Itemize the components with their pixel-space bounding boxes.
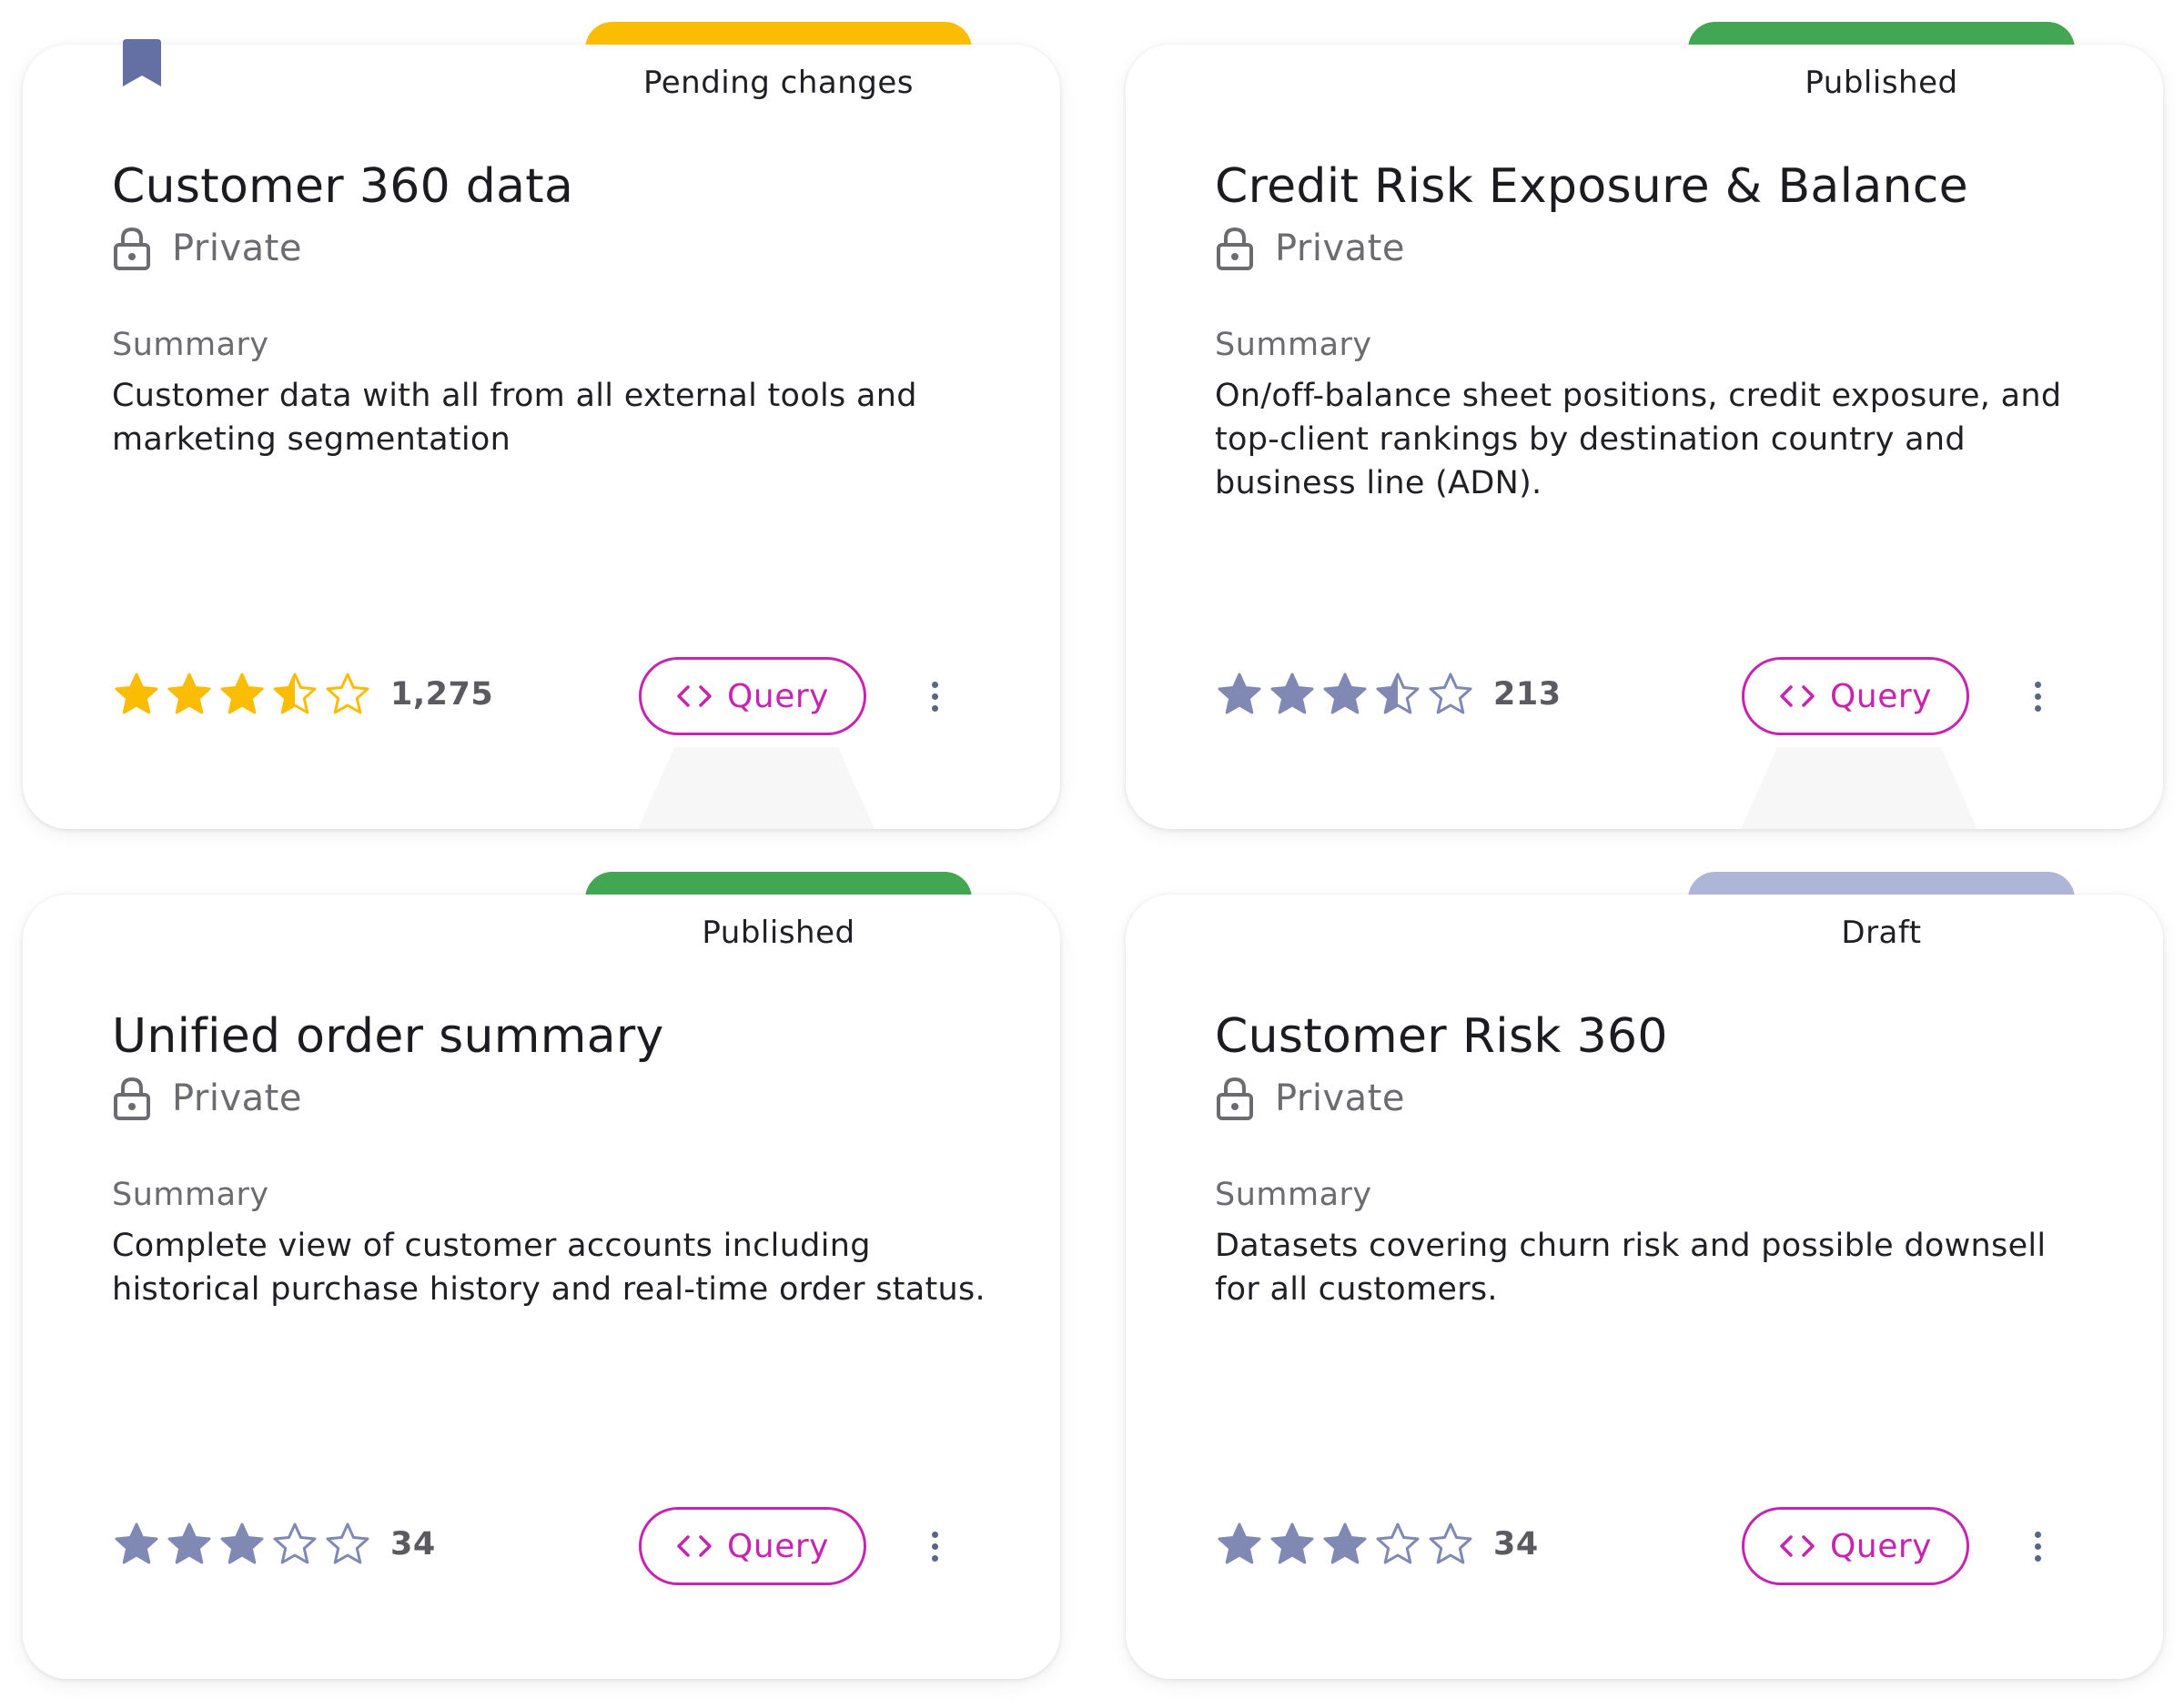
summary-label: Summary bbox=[112, 327, 269, 363]
rating-count: 34 bbox=[1493, 1526, 1539, 1562]
data-product-card[interactable]: Draft Customer Risk 360 Private Summary … bbox=[1126, 872, 2163, 1679]
star-filled-icon[interactable] bbox=[1217, 672, 1262, 717]
star-filled-icon[interactable] bbox=[167, 1522, 212, 1567]
star-filled-icon[interactable] bbox=[1322, 1522, 1368, 1567]
star-empty-icon[interactable] bbox=[1428, 672, 1473, 717]
star-empty-icon[interactable] bbox=[272, 1522, 318, 1567]
star-filled-icon[interactable] bbox=[167, 672, 212, 717]
query-button-label: Query bbox=[727, 1527, 829, 1565]
stars[interactable] bbox=[1217, 672, 1481, 717]
summary-label: Summary bbox=[1215, 327, 1372, 363]
query-button[interactable]: Query bbox=[639, 657, 866, 735]
query-button-label: Query bbox=[1830, 1527, 1932, 1565]
rating-count: 34 bbox=[390, 1526, 436, 1562]
status-label: Published bbox=[702, 915, 855, 951]
query-button[interactable]: Query bbox=[1742, 657, 1969, 735]
more-options-button[interactable] bbox=[922, 671, 947, 722]
summary-label: Summary bbox=[1215, 1177, 1372, 1213]
data-product-card[interactable]: Published Credit Risk Exposure & Balance… bbox=[1126, 22, 2163, 829]
visibility-label: Private bbox=[172, 1077, 302, 1119]
star-half-icon[interactable] bbox=[272, 672, 318, 717]
more-options-button[interactable] bbox=[2025, 671, 2050, 722]
star-empty-icon[interactable] bbox=[1375, 1522, 1421, 1567]
decorative-shape bbox=[1741, 747, 1977, 829]
star-empty-icon[interactable] bbox=[325, 672, 370, 717]
visibility-indicator: Private bbox=[1215, 227, 1405, 270]
stars[interactable] bbox=[114, 672, 378, 717]
star-rating[interactable]: 213 bbox=[1217, 672, 1562, 717]
star-rating[interactable]: 1,275 bbox=[114, 672, 493, 717]
summary-text: Customer data with all from all external… bbox=[112, 378, 917, 458]
summary-text: Datasets covering churn risk and possibl… bbox=[1215, 1228, 2047, 1308]
more-vert-icon bbox=[2034, 1531, 2041, 1538]
visibility-label: Private bbox=[172, 228, 302, 269]
visibility-indicator: Private bbox=[112, 227, 302, 270]
star-filled-icon[interactable] bbox=[1269, 672, 1315, 717]
visibility-indicator: Private bbox=[1215, 1077, 1405, 1120]
visibility-label: Private bbox=[1275, 228, 1405, 269]
data-product-card[interactable]: Pending changes Customer 360 data Privat… bbox=[23, 22, 1060, 829]
code-icon bbox=[677, 1535, 712, 1557]
status-label: Pending changes bbox=[642, 65, 915, 101]
card-title[interactable]: Customer Risk 360 bbox=[1215, 1009, 1668, 1064]
query-button-label: Query bbox=[1830, 677, 1932, 715]
star-filled-icon[interactable] bbox=[219, 672, 265, 717]
stars[interactable] bbox=[114, 1522, 378, 1567]
star-empty-icon[interactable] bbox=[1428, 1522, 1473, 1567]
query-button[interactable]: Query bbox=[639, 1507, 866, 1585]
summary-text: Complete view of customer accounts inclu… bbox=[112, 1228, 986, 1308]
star-filled-icon[interactable] bbox=[219, 1522, 265, 1567]
lock-icon bbox=[1217, 1077, 1253, 1120]
star-filled-icon[interactable] bbox=[1217, 1522, 1262, 1567]
star-empty-icon[interactable] bbox=[325, 1522, 370, 1567]
more-vert-icon bbox=[2034, 681, 2041, 688]
query-button-label: Query bbox=[727, 677, 829, 715]
data-product-card[interactable]: Published Unified order summary Private … bbox=[23, 872, 1060, 1679]
more-vert-icon bbox=[931, 1531, 938, 1538]
code-icon bbox=[1780, 685, 1815, 707]
summary-text: On/off-balance sheet positions, credit e… bbox=[1215, 378, 2062, 501]
visibility-indicator: Private bbox=[112, 1077, 302, 1120]
star-half-icon[interactable] bbox=[1375, 672, 1421, 717]
status-label: Published bbox=[1805, 65, 1958, 101]
bookmark-icon[interactable] bbox=[123, 39, 161, 86]
star-rating[interactable]: 34 bbox=[114, 1522, 436, 1567]
code-icon bbox=[677, 685, 712, 707]
rating-count: 213 bbox=[1493, 676, 1562, 713]
star-filled-icon[interactable] bbox=[1269, 1522, 1315, 1567]
more-vert-icon bbox=[931, 681, 938, 688]
star-filled-icon[interactable] bbox=[114, 672, 159, 717]
more-options-button[interactable] bbox=[2025, 1521, 2050, 1572]
card-title[interactable]: Credit Risk Exposure & Balance bbox=[1215, 159, 1968, 214]
status-label: Draft bbox=[1841, 915, 1922, 951]
card-title[interactable]: Customer 360 data bbox=[112, 159, 573, 214]
code-icon bbox=[1780, 1535, 1815, 1557]
lock-icon bbox=[114, 1077, 150, 1120]
visibility-label: Private bbox=[1275, 1077, 1405, 1119]
summary-label: Summary bbox=[112, 1177, 269, 1213]
stars[interactable] bbox=[1217, 1522, 1481, 1567]
rating-count: 1,275 bbox=[390, 676, 494, 713]
star-rating[interactable]: 34 bbox=[1217, 1522, 1539, 1567]
lock-icon bbox=[114, 227, 150, 270]
star-filled-icon[interactable] bbox=[1322, 672, 1368, 717]
card-title[interactable]: Unified order summary bbox=[112, 1009, 664, 1064]
star-filled-icon[interactable] bbox=[114, 1522, 159, 1567]
more-options-button[interactable] bbox=[922, 1521, 947, 1572]
lock-icon bbox=[1217, 227, 1253, 270]
query-button[interactable]: Query bbox=[1742, 1507, 1969, 1585]
decorative-shape bbox=[638, 747, 875, 829]
